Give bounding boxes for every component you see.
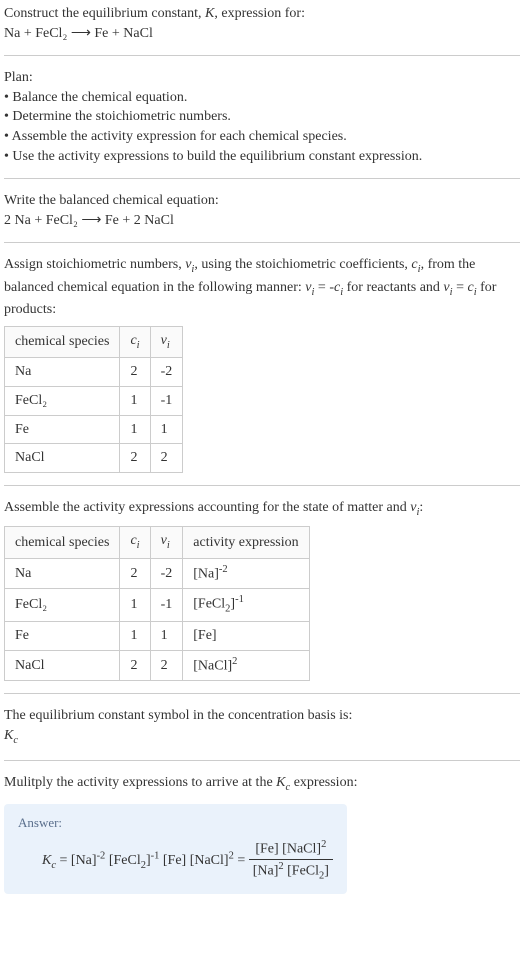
divider bbox=[4, 485, 520, 486]
plan-item: • Use the activity expressions to build … bbox=[4, 147, 520, 167]
answer-expression: Kc = [Na]-2 [FeCl2]-1 [Fe] [NaCl]2 = [Fe… bbox=[42, 838, 333, 884]
table-header-row: chemical species ci νi activity expressi… bbox=[5, 527, 310, 558]
activity-expr: [NaCl]2 bbox=[183, 650, 309, 680]
activity-expr: [Na]-2 bbox=[183, 558, 309, 588]
divider bbox=[4, 242, 520, 243]
table-row: NaCl 2 2 [NaCl]2 bbox=[5, 650, 310, 680]
fraction: [Fe] [NaCl]2 [Na]2 [FeCl2] bbox=[249, 838, 333, 884]
kc-symbol-heading: The equilibrium constant symbol in the c… bbox=[4, 706, 520, 726]
table-row: FeCl₂ 1 -1 bbox=[5, 386, 183, 415]
activity-expr: [Fe] bbox=[183, 622, 309, 651]
problem-title: Construct the equilibrium constant, K, e… bbox=[4, 4, 520, 24]
stoich-section: Assign stoichiometric numbers, νi, using… bbox=[4, 255, 520, 472]
multiply-section: Mulitply the activity expressions to arr… bbox=[4, 773, 520, 795]
activity-table: chemical species ci νi activity expressi… bbox=[4, 526, 310, 681]
col-species: chemical species bbox=[5, 326, 120, 357]
balanced-heading: Write the balanced chemical equation: bbox=[4, 191, 520, 211]
plan-heading: Plan: bbox=[4, 68, 520, 88]
kc-symbol-section: The equilibrium constant symbol in the c… bbox=[4, 706, 520, 748]
balanced-section: Write the balanced chemical equation: 2 … bbox=[4, 191, 520, 230]
plan-item: • Determine the stoichiometric numbers. bbox=[4, 107, 520, 127]
divider bbox=[4, 760, 520, 761]
activity-section: Assemble the activity expressions accoun… bbox=[4, 498, 520, 681]
table-row: Fe 1 1 bbox=[5, 415, 183, 444]
col-ci: ci bbox=[120, 326, 150, 357]
divider bbox=[4, 693, 520, 694]
col-vi: νi bbox=[150, 527, 183, 558]
table-row: NaCl 2 2 bbox=[5, 444, 183, 473]
balanced-equation: 2 Na + FeCl₂ ⟶ Fe + 2 NaCl bbox=[4, 211, 520, 231]
table-header-row: chemical species ci νi bbox=[5, 326, 183, 357]
multiply-heading: Mulitply the activity expressions to arr… bbox=[4, 773, 520, 795]
table-row: Na 2 -2 [Na]-2 bbox=[5, 558, 310, 588]
answer-label: Answer: bbox=[18, 814, 333, 832]
activity-heading: Assemble the activity expressions accoun… bbox=[4, 498, 520, 520]
unbalanced-equation: Na + FeCl₂ ⟶ Fe + NaCl bbox=[4, 24, 520, 44]
activity-expr: [FeCl2]-1 bbox=[183, 588, 309, 621]
stoich-heading: Assign stoichiometric numbers, νi, using… bbox=[4, 255, 520, 320]
kc-symbol: Kc bbox=[4, 726, 520, 748]
fraction-numerator: [Fe] [NaCl]2 bbox=[249, 838, 333, 860]
col-species: chemical species bbox=[5, 527, 120, 558]
plan-item: • Assemble the activity expression for e… bbox=[4, 127, 520, 147]
plan-section: Plan: • Balance the chemical equation. •… bbox=[4, 68, 520, 166]
divider bbox=[4, 55, 520, 56]
plan-item: • Balance the chemical equation. bbox=[4, 88, 520, 108]
answer-box: Answer: Kc = [Na]-2 [FeCl2]-1 [Fe] [NaCl… bbox=[4, 804, 347, 895]
divider bbox=[4, 178, 520, 179]
fraction-denominator: [Na]2 [FeCl2] bbox=[249, 860, 333, 884]
col-vi: νi bbox=[150, 326, 183, 357]
stoich-table: chemical species ci νi Na 2 -2 FeCl₂ 1 -… bbox=[4, 326, 183, 473]
table-row: FeCl₂ 1 -1 [FeCl2]-1 bbox=[5, 588, 310, 621]
col-ci: ci bbox=[120, 527, 150, 558]
col-expr: activity expression bbox=[183, 527, 309, 558]
table-row: Na 2 -2 bbox=[5, 358, 183, 387]
table-row: Fe 1 1 [Fe] bbox=[5, 622, 310, 651]
problem-header: Construct the equilibrium constant, K, e… bbox=[4, 4, 520, 43]
